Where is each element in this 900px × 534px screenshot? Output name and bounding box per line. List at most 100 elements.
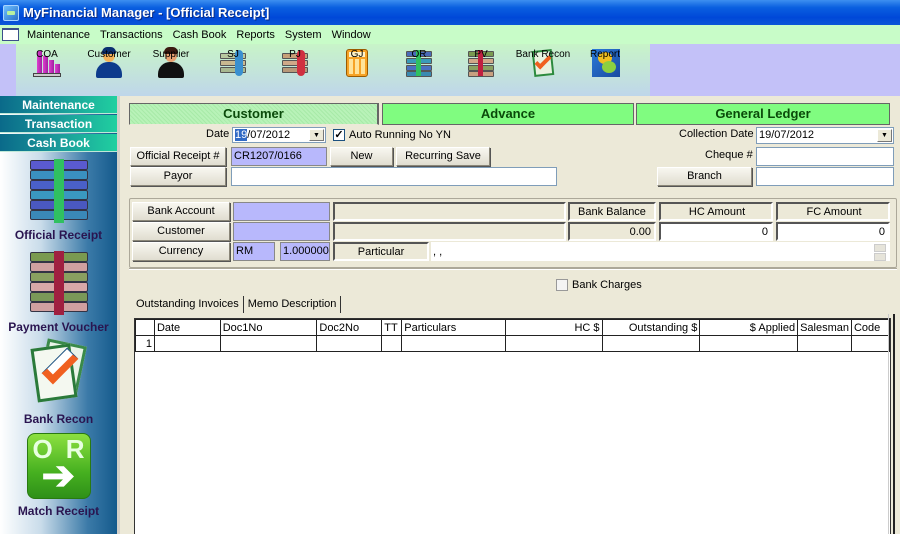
sidebar-item-official-receipt[interactable]: Official Receipt <box>0 156 117 242</box>
grid-header-hc[interactable]: HC $ <box>504 319 603 336</box>
sidebar-tab-maintenance[interactable]: Maintenance <box>0 96 117 114</box>
grid-cell-doc2no[interactable] <box>316 335 383 352</box>
section-tab-customer[interactable]: Customer <box>129 103 379 125</box>
customer-code-field[interactable] <box>233 222 330 241</box>
toolbar-pv-button[interactable]: PV <box>450 44 512 96</box>
grid-cell-applied[interactable] <box>699 335 799 352</box>
tab-memo-description[interactable]: Memo Description <box>244 296 342 313</box>
grid-cell-outstanding[interactable] <box>601 335 701 352</box>
grid-header-rownum <box>135 319 155 336</box>
menu-maintenance[interactable]: Maintenance <box>23 29 96 41</box>
official-receipt-number-field[interactable]: CR1207/0166 <box>231 147 327 166</box>
branch-button[interactable]: Branch <box>657 167 752 186</box>
recurring-save-button[interactable]: Recurring Save <box>396 147 490 166</box>
customer-button[interactable]: Customer <box>132 222 230 241</box>
bank-account-code-field[interactable] <box>233 202 330 221</box>
outstanding-invoices-grid[interactable]: Date Doc1No Doc2No TT Particulars HC $ O… <box>134 318 891 534</box>
grid-vertical-scrollbar[interactable] <box>888 314 900 534</box>
bank-charges-label: Bank Charges <box>572 279 642 291</box>
document-window-icon[interactable] <box>2 28 19 41</box>
menu-system[interactable]: System <box>281 29 328 41</box>
grid-header-salesman[interactable]: Salesman <box>797 319 852 336</box>
divider <box>129 268 897 270</box>
sidebar-item-bank-recon[interactable]: Bank Recon <box>0 338 117 426</box>
section-tab-advance[interactable]: Advance <box>382 103 634 125</box>
grid-cell-tt[interactable] <box>381 335 403 352</box>
grid-header-applied[interactable]: $ Applied <box>699 319 799 336</box>
cheque-label: Cheque # <box>705 149 753 161</box>
hc-amount-field[interactable]: 0 <box>659 222 773 241</box>
hc-amount-label: HC Amount <box>659 202 773 221</box>
grid-header-date[interactable]: Date <box>153 319 221 336</box>
sidebar-item-label: Official Receipt <box>14 228 103 242</box>
grid-cell-particulars[interactable] <box>401 335 506 352</box>
section-tab-general-ledger[interactable]: General Ledger <box>636 103 890 125</box>
branch-field[interactable] <box>756 167 894 186</box>
menu-cash-book[interactable]: Cash Book <box>169 29 233 41</box>
payor-field[interactable] <box>231 167 557 186</box>
toolbar-pj-button[interactable]: PJ <box>264 44 326 96</box>
date-picker[interactable]: 19/07/2012 ▼ <box>232 127 326 143</box>
auto-running-checkbox[interactable]: ✓ <box>333 129 345 141</box>
grid-cell-salesman[interactable] <box>797 335 852 352</box>
payor-button[interactable]: Payor <box>130 167 226 186</box>
grid-header-code[interactable]: Code <box>850 319 891 336</box>
cheque-number-field[interactable] <box>756 147 894 166</box>
fc-amount-field[interactable]: 0 <box>776 222 890 241</box>
sidebar-item-match-receipt[interactable]: O R ➔ Match Receipt <box>0 432 117 518</box>
toolbar: COA Customer Supplier SJ PJ GJ OR PV Ban… <box>0 44 900 96</box>
particular-scroll-down[interactable] <box>874 253 886 261</box>
currency-rate-field[interactable]: 1.000000 <box>280 242 330 261</box>
toolbar-label: GJ <box>350 49 364 60</box>
toolbar-label: Report <box>589 49 620 60</box>
grid-header-particulars[interactable]: Particulars <box>401 319 506 336</box>
grid-cell-date[interactable] <box>153 335 221 352</box>
detail-tabs: Outstanding Invoices Memo Description <box>132 296 342 314</box>
menu-transactions[interactable]: Transactions <box>96 29 169 41</box>
grid-header-tt[interactable]: TT <box>381 319 403 336</box>
menu-bar: Maintenance Transactions Cash Book Repor… <box>0 25 900 44</box>
toolbar-label: PV <box>474 49 488 60</box>
chevron-down-icon[interactable]: ▼ <box>309 129 324 141</box>
currency-button[interactable]: Currency <box>132 242 230 261</box>
particular-label: Particular <box>333 242 429 261</box>
grid-cell-code[interactable] <box>850 335 891 352</box>
chevron-down-icon[interactable]: ▼ <box>877 129 892 142</box>
new-button[interactable]: New <box>330 147 393 166</box>
toolbar-label: Bank Recon <box>515 49 571 60</box>
toolbar-supplier-button[interactable]: Supplier <box>140 44 202 96</box>
sidebar-tab-transaction[interactable]: Transaction <box>0 115 117 133</box>
toolbar-label: PJ <box>289 49 301 60</box>
bank-account-name-display <box>333 202 566 221</box>
particular-field[interactable]: , , <box>431 242 890 261</box>
bank-charges-checkbox[interactable] <box>556 279 568 291</box>
grid-cell-hc[interactable] <box>504 335 603 352</box>
particular-scroll-up[interactable] <box>874 244 886 252</box>
app-icon[interactable] <box>3 4 19 21</box>
menu-reports[interactable]: Reports <box>232 29 281 41</box>
bank-account-button[interactable]: Bank Account <box>132 202 230 221</box>
toolbar-label: COA <box>36 49 58 60</box>
collection-date-picker[interactable]: 19/07/2012 ▼ <box>756 127 894 144</box>
grid-header-doc2no[interactable]: Doc2No <box>316 319 383 336</box>
official-receipt-button[interactable]: Official Receipt # <box>130 147 226 166</box>
toolbar-gj-button[interactable]: GJ <box>326 44 388 96</box>
sidebar-tab-cash-book[interactable]: Cash Book <box>0 134 117 152</box>
toolbar-or-button[interactable]: OR <box>388 44 450 96</box>
grid-cell-doc1no[interactable] <box>219 335 318 352</box>
toolbar-bank-recon-button[interactable]: Bank Recon <box>512 44 574 96</box>
menu-window[interactable]: Window <box>328 29 377 41</box>
grid-header-outstanding[interactable]: Outstanding $ <box>601 319 701 336</box>
toolbar-customer-button[interactable]: Customer <box>78 44 140 96</box>
sidebar-item-label: Match Receipt <box>17 504 100 518</box>
currency-code-field[interactable]: RM <box>233 242 275 261</box>
toolbar-coa-button[interactable]: COA <box>16 44 78 96</box>
grid-header-doc1no[interactable]: Doc1No <box>219 319 318 336</box>
table-row[interactable]: 1 <box>135 335 891 352</box>
toolbar-label: Customer <box>87 49 131 60</box>
tab-outstanding-invoices[interactable]: Outstanding Invoices <box>132 296 244 313</box>
sidebar-item-payment-voucher[interactable]: Payment Voucher <box>0 248 117 334</box>
toolbar-report-button[interactable]: Report <box>574 44 636 96</box>
window-title: MyFinancial Manager - [Official Receipt] <box>23 5 270 20</box>
toolbar-sj-button[interactable]: SJ <box>202 44 264 96</box>
